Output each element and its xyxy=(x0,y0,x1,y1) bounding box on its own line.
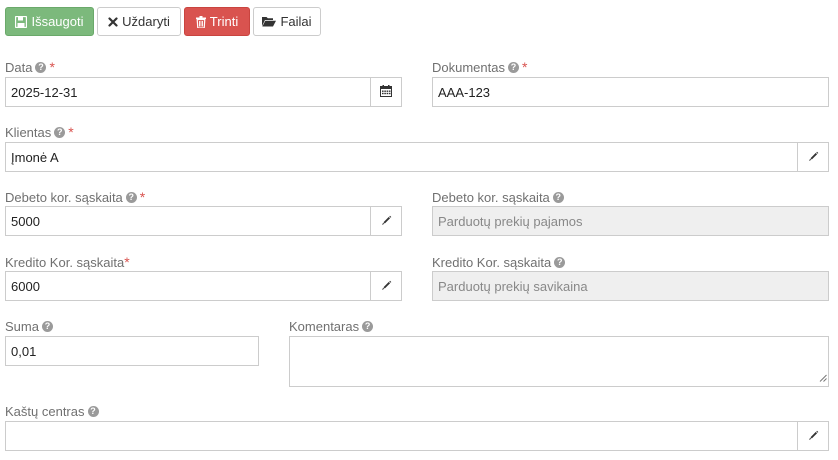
kredito-account-value: 6000 xyxy=(11,278,40,294)
save-button-label: Išsaugoti xyxy=(31,14,84,29)
kredito-account-label: Kredito Kor. sąskaita * xyxy=(5,254,130,270)
klientas-value: Įmonė A xyxy=(11,149,59,165)
data-label-text: Data xyxy=(5,59,33,75)
kredito-account-input[interactable]: 6000 xyxy=(5,271,371,301)
dokumentas-label: Dokumentas ? * xyxy=(432,59,527,75)
klientas-edit-button[interactable] xyxy=(798,142,829,172)
debeto-account-input[interactable]: 5000 xyxy=(5,206,371,236)
pencil-icon xyxy=(808,150,819,165)
close-icon xyxy=(108,16,118,27)
kredito-name-value: Parduotų prekių savikaina xyxy=(438,278,588,294)
debeto-name-field: Parduotų prekių pajamos xyxy=(432,206,829,236)
debeto-account-label-text: Debeto kor. sąskaita xyxy=(5,189,123,205)
debeto-name-label: Debeto kor. sąskaita ? xyxy=(432,189,564,205)
dokumentas-value: AAA-123 xyxy=(438,84,491,100)
data-input[interactable]: 2025-12-31 xyxy=(5,77,371,107)
debeto-account-label: Debeto kor. sąskaita ? * xyxy=(5,189,145,205)
required-marker: * xyxy=(521,59,528,75)
required-marker: * xyxy=(68,124,74,140)
required-marker: * xyxy=(124,254,130,270)
question-circle-icon: ? xyxy=(41,320,53,332)
files-button-label: Failai xyxy=(280,14,312,29)
question-circle-icon: ? xyxy=(35,61,47,73)
floppy-disk-icon xyxy=(15,15,28,28)
suma-label-text: Suma xyxy=(5,318,39,334)
trash-icon xyxy=(195,15,206,28)
debeto-name-value: Parduotų prekių pajamos xyxy=(438,213,583,229)
komentaras-label-text: Komentaras xyxy=(289,318,360,334)
klientas-input[interactable]: Įmonė A xyxy=(5,142,798,172)
suma-value: 0,01 xyxy=(11,343,37,359)
required-marker: * xyxy=(139,189,146,205)
komentaras-label: Komentaras ? xyxy=(289,318,374,334)
klientas-label-text: Klientas xyxy=(5,124,52,140)
files-button[interactable]: Failai xyxy=(253,7,321,36)
resize-handle-icon[interactable] xyxy=(819,370,827,385)
question-circle-icon: ? xyxy=(125,191,137,203)
kastu-centras-label-text: Kaštų centras xyxy=(5,403,85,419)
klientas-label: Klientas ? * xyxy=(5,124,74,140)
pencil-icon xyxy=(381,279,392,294)
kredito-name-field: Parduotų prekių savikaina xyxy=(432,271,829,301)
required-marker: * xyxy=(49,59,55,75)
kastu-centras-label: Kaštų centras ? xyxy=(5,403,99,419)
suma-input[interactable]: 0,01 xyxy=(5,336,259,366)
dokumentas-label-text: Dokumentas xyxy=(432,59,505,75)
kredito-account-label-text: Kredito Kor. sąskaita xyxy=(5,254,125,270)
save-button[interactable]: Išsaugoti xyxy=(5,7,94,36)
delete-button[interactable]: Trinti xyxy=(184,7,250,36)
kredito-edit-button[interactable] xyxy=(371,271,402,301)
kastu-centras-edit-button[interactable] xyxy=(798,421,829,451)
question-circle-icon: ? xyxy=(87,405,99,417)
close-button-label: Uždaryti xyxy=(122,14,170,29)
dokumentas-input[interactable]: AAA-123 xyxy=(432,77,829,107)
question-circle-icon: ? xyxy=(507,61,519,73)
question-circle-icon: ? xyxy=(554,256,566,268)
date-picker-button[interactable] xyxy=(371,77,402,107)
pencil-icon xyxy=(808,429,819,444)
komentaras-textarea[interactable] xyxy=(289,336,829,387)
folder-open-icon xyxy=(262,16,277,27)
debeto-edit-button[interactable] xyxy=(371,206,402,236)
data-label: Data ? * xyxy=(5,59,55,75)
question-circle-icon: ? xyxy=(362,320,374,332)
kredito-name-label-text: Kredito Kor. sąskaita xyxy=(432,254,552,270)
pencil-icon xyxy=(381,214,392,229)
calendar-icon xyxy=(380,84,392,100)
delete-button-label: Trinti xyxy=(209,14,239,29)
question-circle-icon: ? xyxy=(54,126,66,138)
data-value: 2025-12-31 xyxy=(11,84,78,100)
suma-label: Suma ? xyxy=(5,318,53,334)
kredito-name-label: Kredito Kor. sąskaita ? xyxy=(432,254,566,270)
close-button[interactable]: Uždaryti xyxy=(97,7,181,36)
kastu-centras-input[interactable] xyxy=(5,421,798,451)
debeto-account-value: 5000 xyxy=(11,213,40,229)
debeto-name-label-text: Debeto kor. sąskaita xyxy=(432,189,550,205)
question-circle-icon: ? xyxy=(552,191,564,203)
